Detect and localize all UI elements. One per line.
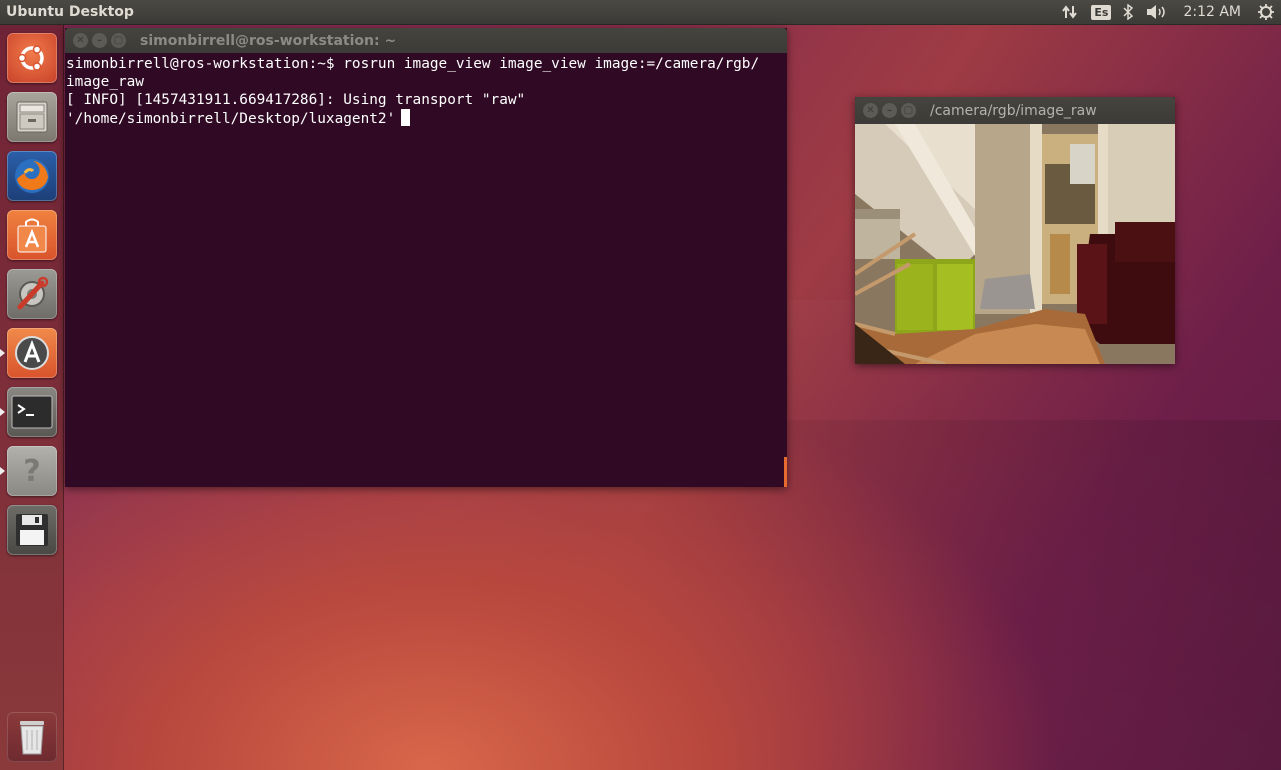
terminal-cursor	[401, 109, 411, 126]
terminal-title: simonbirrell@ros-workstation: ~	[140, 32, 397, 49]
image-view-window[interactable]: ✕ – ▢ /camera/rgb/image_raw	[855, 97, 1175, 364]
indicator-area: Es 2:12 AM	[1055, 0, 1281, 25]
image-view-titlebar[interactable]: ✕ – ▢ /camera/rgb/image_raw	[855, 97, 1175, 124]
keyboard-layout-indicator[interactable]: Es	[1085, 0, 1117, 25]
terminal-output[interactable]: simonbirrell@ros-workstation:~$ rosrun i…	[65, 53, 787, 128]
terminal-titlebar[interactable]: ✕ – ▢ simonbirrell@ros-workstation: ~	[65, 28, 787, 53]
running-indicator	[0, 408, 5, 416]
network-updown-icon[interactable]	[1055, 0, 1085, 25]
minimize-button[interactable]: –	[882, 103, 897, 118]
panel-title: Ubuntu Desktop	[6, 4, 134, 20]
firefox-icon[interactable]	[7, 151, 57, 201]
clock[interactable]: 2:12 AM	[1173, 0, 1251, 25]
keyboard-layout-label: Es	[1091, 4, 1112, 20]
speaker-volume-icon[interactable]	[1139, 0, 1173, 25]
launcher: ?	[0, 25, 64, 770]
top-panel: Ubuntu Desktop Es 2:12 AM	[0, 0, 1281, 25]
bluetooth-icon[interactable]	[1117, 0, 1139, 25]
svg-text:?: ?	[23, 454, 40, 489]
file-cabinet-icon[interactable]	[7, 92, 57, 142]
image-view-title: /camera/rgb/image_raw	[930, 102, 1097, 119]
terminal-line-with-cursor: '/home/simonbirrell/Desktop/luxagent2'	[66, 109, 787, 128]
trash-icon[interactable]	[7, 712, 57, 762]
running-indicator	[0, 349, 5, 357]
gear-power-icon[interactable]	[1251, 0, 1281, 25]
terminal-icon[interactable]	[7, 387, 57, 437]
minimize-button[interactable]: –	[92, 33, 107, 48]
terminal-scrollbar[interactable]	[784, 457, 787, 487]
settings-wrench-icon[interactable]	[7, 269, 57, 319]
close-button[interactable]: ✕	[73, 33, 88, 48]
help-icon[interactable]: ?	[7, 446, 57, 496]
terminal-line: simonbirrell@ros-workstation:~$ rosrun i…	[66, 56, 760, 72]
camera-image	[855, 124, 1175, 364]
updater-icon[interactable]	[7, 328, 57, 378]
terminal-line: '/home/simonbirrell/Desktop/luxagent2'	[66, 111, 396, 127]
terminal-line: [ INFO] [1457431911.669417286]: Using tr…	[66, 92, 526, 108]
ubuntu-logo-icon[interactable]	[7, 33, 57, 83]
close-button[interactable]: ✕	[863, 103, 878, 118]
running-indicator	[0, 467, 5, 475]
shopping-bag-icon[interactable]	[7, 210, 57, 260]
maximize-button[interactable]: ▢	[111, 33, 126, 48]
maximize-button[interactable]: ▢	[901, 103, 916, 118]
terminal-window[interactable]: ✕ – ▢ simonbirrell@ros-workstation: ~ si…	[65, 28, 787, 487]
floppy-disk-icon[interactable]	[7, 505, 57, 555]
terminal-line: image_raw	[66, 74, 144, 90]
